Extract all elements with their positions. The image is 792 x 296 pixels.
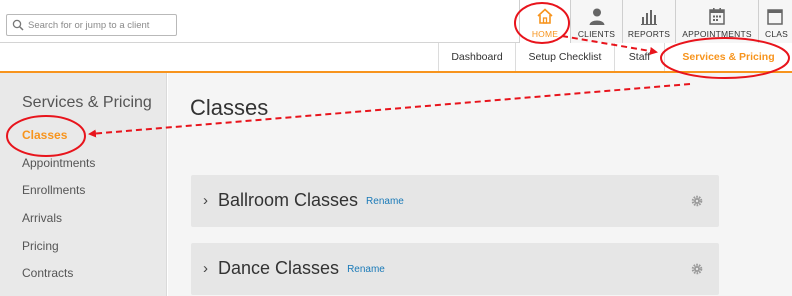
chevron-right-icon[interactable]: › xyxy=(203,192,208,209)
gear-icon[interactable] xyxy=(691,195,703,207)
sidebar-item-pricing[interactable]: Pricing xyxy=(22,239,59,253)
nav-tab-label: CLAS xyxy=(765,29,789,39)
top-bar: HOME CLIENTS REPORTS xyxy=(0,0,792,43)
nav-tab-label: HOME xyxy=(531,29,559,39)
subnav-setup-checklist[interactable]: Setup Checklist xyxy=(515,43,614,71)
gear-icon[interactable] xyxy=(691,263,703,275)
class-group-card[interactable]: › Ballroom Classes Rename xyxy=(191,175,719,227)
nav-tab-home[interactable]: HOME xyxy=(519,0,570,43)
rename-link[interactable]: Rename xyxy=(347,264,385,275)
sidebar-item-arrivals[interactable]: Arrivals xyxy=(22,211,62,225)
page-title: Classes xyxy=(190,95,269,120)
sidebar-item-appointments[interactable]: Appointments xyxy=(22,156,95,170)
nav-tab-label: REPORTS xyxy=(627,29,671,39)
sidebar: Services & Pricing Classes Appointments … xyxy=(0,73,167,296)
nav-tab-label: APPOINTMENTS xyxy=(682,29,752,39)
nav-tab-clients[interactable]: CLIENTS xyxy=(570,0,622,43)
home-icon xyxy=(537,8,553,24)
sidebar-item-contracts[interactable]: Contracts xyxy=(22,266,73,280)
class-group-name: Dance Classes xyxy=(218,258,340,278)
client-search[interactable] xyxy=(6,14,177,36)
search-input[interactable] xyxy=(28,17,173,33)
calendar-icon xyxy=(767,9,783,25)
nav-tab-label: CLIENTS xyxy=(577,29,616,39)
sidebar-item-classes[interactable]: Classes xyxy=(22,128,67,142)
class-group-name: Ballroom Classes xyxy=(218,190,359,210)
main-nav: HOME CLIENTS REPORTS APPOINTMENTS CLAS xyxy=(519,0,792,43)
search-icon xyxy=(12,19,24,31)
class-group-card[interactable]: › Dance Classes Rename xyxy=(191,243,719,295)
subnav-staff[interactable]: Staff xyxy=(614,43,664,71)
nav-tab-classes[interactable]: CLAS xyxy=(758,0,792,43)
subnav-dashboard[interactable]: Dashboard xyxy=(438,43,515,71)
rename-link[interactable]: Rename xyxy=(366,196,404,207)
subnav-services-pricing[interactable]: Services & Pricing xyxy=(664,43,792,71)
chevron-right-icon[interactable]: › xyxy=(203,260,208,277)
sidebar-item-enrollments[interactable]: Enrollments xyxy=(22,183,85,197)
calendar-icon xyxy=(709,8,725,25)
person-icon xyxy=(589,8,604,25)
bar-chart-icon xyxy=(641,10,657,25)
sidebar-title: Services & Pricing xyxy=(22,94,152,111)
nav-tab-reports[interactable]: REPORTS xyxy=(622,0,675,43)
nav-tab-appointments[interactable]: APPOINTMENTS xyxy=(675,0,758,43)
